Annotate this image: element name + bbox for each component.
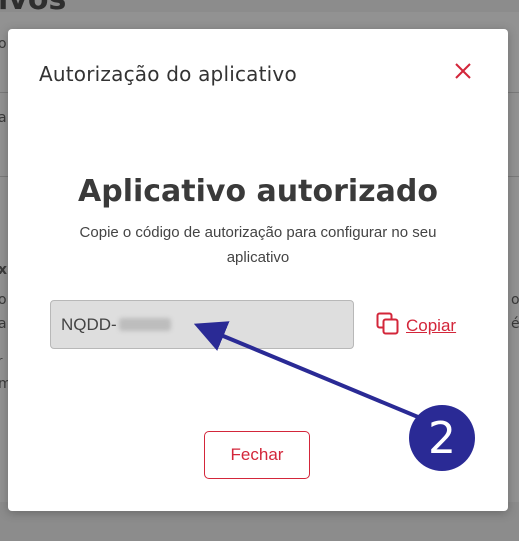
background-text-fragment: o xyxy=(0,292,7,308)
success-heading: Aplicativo autorizado xyxy=(78,174,438,209)
background-text-fragment: o xyxy=(511,292,519,308)
background-text-fragment: é xyxy=(511,316,519,332)
background-text-fragment: r xyxy=(0,354,3,367)
background-title: ivos xyxy=(0,0,66,17)
modal-title: Autorização do aplicativo xyxy=(39,62,297,86)
instruction-text: Copie o código de autorização para confi… xyxy=(79,224,437,266)
authorization-code-value: NQDD- xyxy=(61,314,117,334)
close-button[interactable]: Fechar xyxy=(204,431,310,479)
copy-button[interactable]: Copiar xyxy=(376,312,456,340)
background-text-fragment: x xyxy=(0,262,8,278)
close-icon[interactable] xyxy=(452,60,474,82)
blurred-code-segment xyxy=(118,318,171,331)
copy-label: Copiar xyxy=(406,316,457,335)
background-text-fragment: a xyxy=(0,316,7,332)
authorization-code-field[interactable]: NQDD- xyxy=(50,300,354,349)
background-text-fragment: o xyxy=(0,36,7,52)
background-text-fragment: a xyxy=(0,110,7,126)
step-badge: 2 xyxy=(409,405,475,471)
copy-icon xyxy=(376,312,400,340)
step-number: 2 xyxy=(428,412,456,464)
